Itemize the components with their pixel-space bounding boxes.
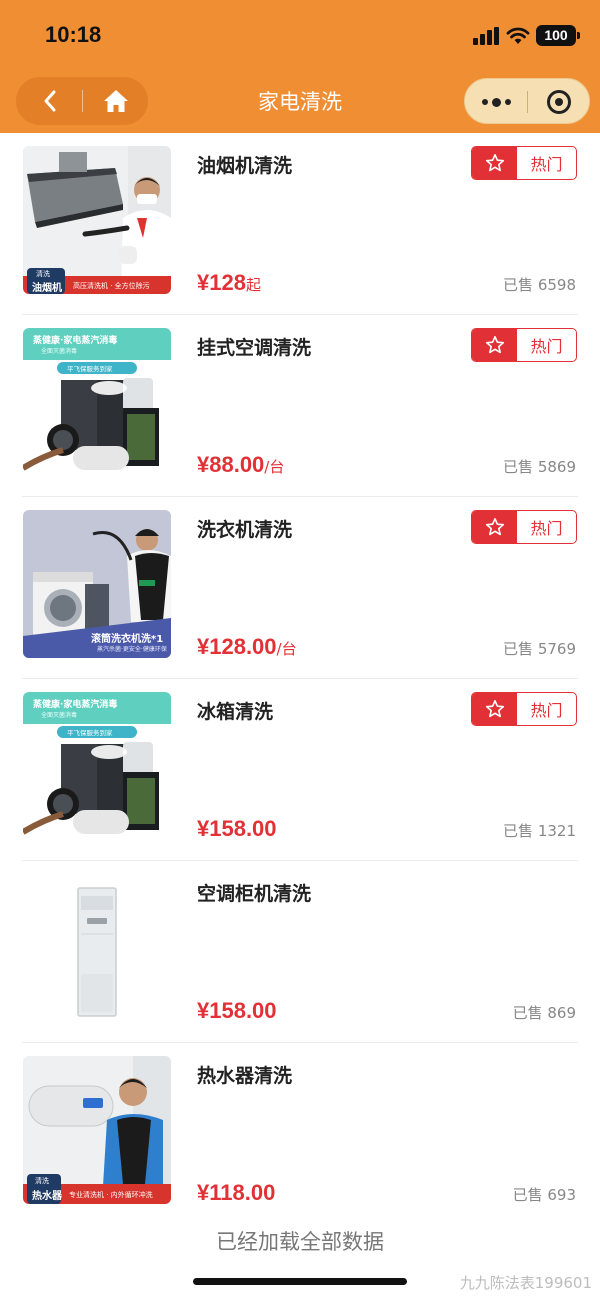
more-button[interactable] <box>465 79 527 125</box>
item-title: 冰箱清洗 <box>197 701 274 723</box>
price-amount: ¥158.00 <box>197 998 277 1023</box>
image-name: 油烟机 <box>32 283 62 294</box>
image-caption-sub: 蒸汽杀菌·更安全·健康环保 <box>97 646 167 653</box>
star-icon <box>472 693 517 725</box>
mini-program-capsule <box>464 78 590 124</box>
hot-label: 热门 <box>530 701 563 720</box>
header-bar: 10:18 100 家电清洗 <box>0 0 600 133</box>
hot-badge[interactable]: 热门 <box>471 328 577 362</box>
list-item[interactable]: 蒸健康·家电蒸汽消毒 全面灭菌消毒 平飞保服务到家 挂式空调清洗 热门 ¥88.… <box>0 315 600 497</box>
list-item[interactable]: 空调柜机清洗 ¥158.00 已售 869 <box>0 861 600 1043</box>
hot-label: 热门 <box>530 337 563 356</box>
sold-count: 已售 5769 <box>503 640 576 658</box>
image-tag: 清洗 <box>35 1177 49 1185</box>
star-icon <box>472 329 517 361</box>
price-amount: ¥128.00 <box>197 634 277 659</box>
price-amount: ¥118.00 <box>197 1180 276 1205</box>
image-banner: 蒸健康·家电蒸汽消毒 <box>33 336 118 346</box>
item-price: ¥128.00/台 <box>197 634 297 660</box>
item-price: ¥128起 <box>197 270 261 296</box>
product-image: 清洗 油烟机 高压清洗机 · 全方位除污 <box>23 146 171 294</box>
image-strip-text: 专业清洗机 · 内外循环冲洗 <box>69 1191 153 1199</box>
status-time: 10:18 <box>45 22 102 47</box>
status-bar: 10:18 100 <box>0 0 600 70</box>
sold-count: 已售 869 <box>512 1004 576 1022</box>
image-banner-sub: 全面灭菌消毒 <box>41 712 78 719</box>
product-image: 滚筒洗衣机洗*1 蒸汽杀菌·更安全·健康环保 <box>23 510 171 658</box>
signal-icon <box>473 27 501 45</box>
more-dots-icon <box>481 99 488 105</box>
image-tag: 清洗 <box>36 270 50 278</box>
star-icon <box>472 147 517 179</box>
sold-count: 已售 1321 <box>503 822 576 840</box>
more-dot-right <box>504 99 511 105</box>
sold-count: 已售 693 <box>512 1186 576 1204</box>
sold-count: 已售 6598 <box>503 276 576 294</box>
hot-label: 热门 <box>530 519 563 538</box>
list-item[interactable]: 清洗 热水器 专业清洗机 · 内外循环冲洗 热水器清洗 ¥118.00 已售 6… <box>0 1043 600 1225</box>
price-amount: ¥88.00 <box>197 452 265 477</box>
more-dot-center <box>491 97 501 107</box>
hot-label: 热门 <box>530 155 563 174</box>
product-image: 蒸健康·家电蒸汽消毒 全面灭菌消毒 平飞保服务到家 <box>23 328 171 476</box>
item-title: 挂式空调清洗 <box>197 337 312 359</box>
image-strip-text: 高压清洗机 · 全方位除污 <box>73 282 150 290</box>
price-unit: /台 <box>264 458 285 476</box>
image-banner: 蒸健康·家电蒸汽消毒 <box>33 700 118 710</box>
item-title: 空调柜机清洗 <box>197 883 312 905</box>
item-price: ¥88.00/台 <box>197 452 284 478</box>
list-item[interactable]: 清洗 油烟机 高压清洗机 · 全方位除污 油烟机清洗 热门 ¥128起 已售 6… <box>0 133 600 315</box>
end-of-list-text: 已经加载全部数据 <box>216 1230 384 1254</box>
price-unit: /台 <box>276 640 297 658</box>
product-image: 清洗 热水器 专业清洗机 · 内外循环冲洗 <box>23 1056 171 1204</box>
image-name: 热水器 <box>32 1191 62 1202</box>
list-item[interactable]: 蒸健康·家电蒸汽消毒 全面灭菌消毒 平飞保服务到家 冰箱清洗 热门 ¥158.0… <box>0 679 600 861</box>
image-banner-sub: 全面灭菌消毒 <box>41 348 78 355</box>
price-unit: 起 <box>245 276 261 294</box>
price-amount: ¥128 <box>197 270 246 295</box>
item-title: 热水器清洗 <box>197 1065 293 1087</box>
sold-count: 已售 5869 <box>503 458 576 476</box>
watermark-text: 九九陈法表199601 <box>459 1274 592 1292</box>
target-icon <box>547 90 571 114</box>
image-badge: 平飞保服务到家 <box>67 365 113 373</box>
product-image: 蒸健康·家电蒸汽消毒 全面灭菌消毒 平飞保服务到家 <box>23 692 171 840</box>
home-indicator[interactable] <box>193 1278 407 1285</box>
item-title: 油烟机清洗 <box>197 155 293 177</box>
item-price: ¥158.00 <box>197 998 277 1024</box>
list-item[interactable]: 滚筒洗衣机洗*1 蒸汽杀菌·更安全·健康环保 洗衣机清洗 热门 ¥128.00/… <box>0 497 600 679</box>
wifi-icon <box>506 27 530 44</box>
battery-icon: 100 <box>536 25 580 46</box>
hot-badge[interactable]: 热门 <box>471 510 577 544</box>
image-badge: 平飞保服务到家 <box>67 729 113 737</box>
item-title: 洗衣机清洗 <box>197 519 293 541</box>
star-icon <box>472 511 517 543</box>
close-button[interactable] <box>528 79 590 125</box>
image-caption: 滚筒洗衣机洗*1 <box>91 634 164 645</box>
price-amount: ¥158.00 <box>197 816 277 841</box>
product-image <box>23 874 171 1022</box>
item-price: ¥158.00 <box>197 816 277 842</box>
hot-badge[interactable]: 热门 <box>471 692 577 726</box>
hot-badge[interactable]: 热门 <box>471 146 577 180</box>
item-price: ¥118.00 <box>197 1180 275 1206</box>
